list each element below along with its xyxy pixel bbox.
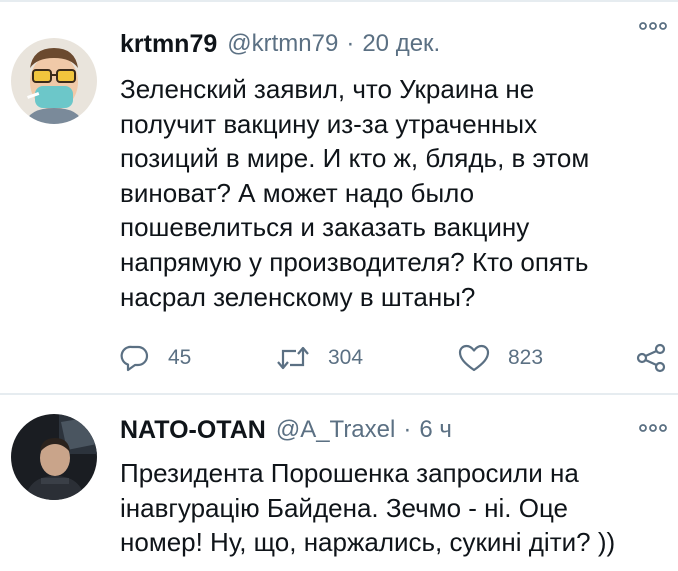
tweet[interactable]: NATO-OTAN @A_Traxel · 6 ч Президента Пор… [0,396,678,571]
author-name[interactable]: NATO-OTAN [120,416,266,445]
timestamp[interactable]: 20 дек. [362,30,440,58]
tweet[interactable]: krtmn79 @krtmn79 · 20 дек. Зеленский зая… [0,6,678,394]
timestamp[interactable]: 6 ч [419,416,452,444]
tweet-text-line: Зеленский заявил, что Украина не [120,74,535,104]
tweet-text-line: виноват? А может надо было [120,177,475,208]
author-name[interactable]: krtmn79 [120,30,217,59]
retweet-button[interactable]: 304 [276,338,363,378]
tweet-text-line: інавгурацію Байдена. Зечмо - ні. Оце [120,492,569,523]
more-icon[interactable] [636,416,670,440]
author-handle[interactable]: @A_Traxel [276,416,396,444]
separator: · [403,416,412,443]
share-button[interactable] [635,338,667,378]
avatar[interactable] [11,414,97,500]
tweet-text-line: Президента Порошенка запросили на [120,458,579,488]
tweet-text-line: насрал зеленскому в штаны? [120,281,476,312]
avatar[interactable] [11,38,97,124]
separator: · [346,30,355,57]
share-icon [635,342,667,374]
tweet-header: krtmn79 @krtmn79 · 20 дек. [120,24,658,64]
tweet-text-line: получит вакцину из-за утраченных [120,108,538,139]
tweet-text-line: позиций в мире. И кто ж, блядь, в этом [120,143,590,174]
like-button[interactable]: 823 [458,338,543,378]
retweet-count: 304 [328,346,364,369]
author-handle[interactable]: @krtmn79 [227,30,338,58]
tweet-text-line: пошевелиться и заказать вакцину [120,212,530,243]
tweet-header: NATO-OTAN @A_Traxel · 6 ч [120,410,658,450]
reply-icon [120,343,150,373]
reply-button[interactable]: 45 [120,338,191,378]
retweet-icon [276,343,310,373]
tweet-actions: 45 304 823 [120,338,675,378]
top-border [0,0,678,2]
tweet-text-line: напрямую у производителя? Кто опять [120,246,589,277]
tweet-divider [0,393,678,395]
more-icon[interactable] [636,14,670,38]
tweet-text-line: номер! Ну, що, наржались, сукині діти? )… [120,527,616,558]
tweet-text: Зеленский заявил, что Украина не получит… [120,72,660,314]
reply-count: 45 [168,346,192,369]
tweet-text: Президента Порошенка запросили на інавгу… [120,456,660,560]
like-icon [458,343,490,373]
like-count: 823 [508,346,544,369]
